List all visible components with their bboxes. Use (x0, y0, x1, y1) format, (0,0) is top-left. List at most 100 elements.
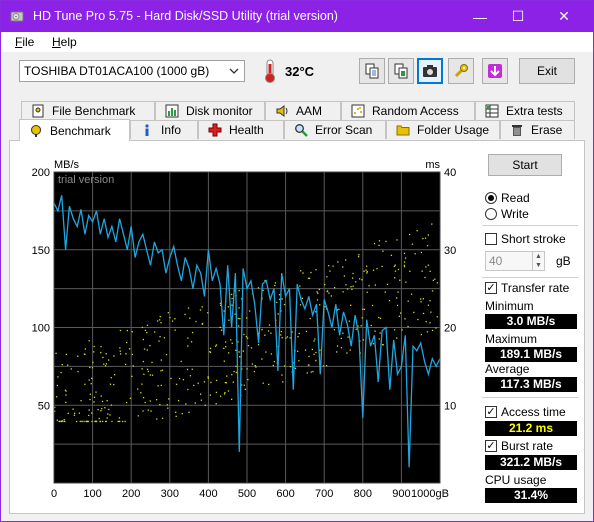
tab-file-benchmark[interactable]: File Benchmark (21, 101, 155, 120)
screenshot-button[interactable] (417, 58, 443, 84)
access-time-point (394, 270, 397, 272)
drive-select[interactable]: TOSHIBA DT01ACA100 (1000 gB) (19, 60, 245, 82)
access-time-point (165, 353, 168, 356)
tab-erase[interactable]: Erase (500, 120, 575, 139)
tab-random-access[interactable]: Random Access (341, 101, 475, 120)
access-time-point (238, 289, 240, 292)
access-time-point (57, 376, 59, 378)
access-time-point (190, 341, 193, 343)
access-time-point (335, 351, 338, 353)
tab-aam[interactable]: AAM (265, 101, 341, 120)
access-time-point (272, 364, 274, 367)
tab-health[interactable]: Health (198, 120, 284, 139)
tab-info[interactable]: Info (130, 120, 198, 139)
access-time-point (100, 351, 102, 354)
access-time-point (280, 334, 282, 336)
transfer-rate-checkbox[interactable]: ✓ Transfer rate (485, 281, 569, 295)
tab-error-scan[interactable]: Error Scan (284, 120, 386, 139)
access-time-point (169, 316, 171, 319)
access-time-point (167, 407, 169, 409)
short-stroke-checkbox[interactable]: Short stroke (485, 232, 566, 246)
access-time-point (281, 374, 283, 376)
tab-label: Health (229, 123, 264, 137)
access-time-point (257, 343, 260, 346)
access-time-point (156, 418, 158, 420)
access-time-point (197, 382, 199, 384)
access-time-point (160, 370, 162, 372)
access-time-checkbox[interactable]: ✓ Access time (485, 405, 566, 419)
access-time-point (91, 367, 94, 369)
access-time-point (342, 266, 344, 268)
access-time-point (408, 233, 411, 236)
access-time-point (277, 313, 279, 315)
access-time-point (253, 370, 256, 373)
tab-benchmark[interactable]: Benchmark (19, 119, 130, 141)
access-time-point (370, 324, 372, 327)
access-time-point (201, 323, 203, 325)
menu-file[interactable]: File (15, 35, 34, 49)
access-time-point (351, 288, 353, 291)
access-time-point (349, 304, 352, 306)
access-time-point (373, 242, 376, 245)
access-time-point (100, 395, 102, 397)
access-time-point (113, 374, 116, 376)
x-tick-label: 500 (238, 488, 256, 500)
access-time-point (187, 307, 190, 309)
access-time-point (193, 384, 195, 387)
access-time-point (235, 349, 237, 351)
menu-help[interactable]: Help (52, 35, 77, 49)
start-label: Start (512, 158, 538, 172)
copy-text-button[interactable] (359, 58, 385, 84)
access-time-point (142, 397, 145, 399)
access-time-point (220, 329, 223, 331)
access-time-point (223, 393, 226, 395)
tab-label: AAM (296, 104, 323, 118)
short-stroke-spinner[interactable]: 40 ▲ ▼ (485, 251, 545, 271)
read-label: Read (501, 191, 530, 205)
title-bar[interactable]: HD Tune Pro 5.75 - Hard Disk/SSD Utility… (1, 1, 593, 32)
access-time-point (420, 298, 422, 300)
tab-extra-tests[interactable]: Extra tests (475, 101, 575, 120)
access-time-point (328, 292, 330, 294)
access-time-point (214, 345, 217, 347)
close-button[interactable]: ✕ (541, 1, 587, 32)
read-radio[interactable]: Read (485, 191, 530, 205)
access-time-point (358, 254, 360, 256)
access-time-point (93, 351, 95, 353)
separator (482, 225, 578, 226)
benchmark-panel: 0 100 200 300 400 500 600 700 800 900 1000gB 200 150… (9, 140, 585, 514)
access-time-point (255, 366, 257, 368)
access-time-point (101, 408, 103, 410)
tab-folder-usage[interactable]: Folder Usage (386, 120, 500, 139)
write-radio[interactable]: Write (485, 207, 529, 221)
access-time-point (187, 388, 189, 391)
save-button[interactable] (482, 58, 508, 84)
access-time-point (431, 290, 434, 292)
access-time-point (324, 283, 326, 286)
tab-disk-monitor[interactable]: Disk monitor (155, 101, 265, 120)
access-time-point (270, 332, 272, 334)
cpu-usage-label: CPU usage (485, 473, 547, 487)
burst-rate-checkbox[interactable]: ✓ Burst rate (485, 439, 553, 453)
maximize-button[interactable]: ☐ (495, 1, 541, 32)
exit-button[interactable]: Exit (519, 58, 575, 84)
access-time-point (247, 344, 250, 347)
access-time-point (60, 371, 62, 374)
short-stroke-label: Short stroke (501, 232, 566, 246)
drive-select-value: TOSHIBA DT01ACA100 (1000 gB) (24, 64, 210, 78)
access-time-point (385, 240, 387, 243)
tab-label: Info (161, 123, 182, 137)
copy-image-button[interactable] (388, 58, 414, 84)
start-button[interactable]: Start (488, 154, 562, 176)
access-time-point (299, 285, 301, 287)
options-button[interactable] (448, 58, 474, 84)
average-value: 117.3 MB/s (485, 377, 577, 392)
x-tick-label: 800 (354, 488, 372, 500)
spinner-arrows-icon[interactable]: ▲ ▼ (532, 252, 544, 270)
access-time-point (97, 409, 99, 411)
access-time-point (366, 270, 368, 273)
access-time-point (416, 229, 418, 232)
access-time-point (308, 355, 310, 358)
y-right-tick-label: 30 (444, 245, 456, 257)
chart-watermark: trial version (58, 174, 114, 186)
